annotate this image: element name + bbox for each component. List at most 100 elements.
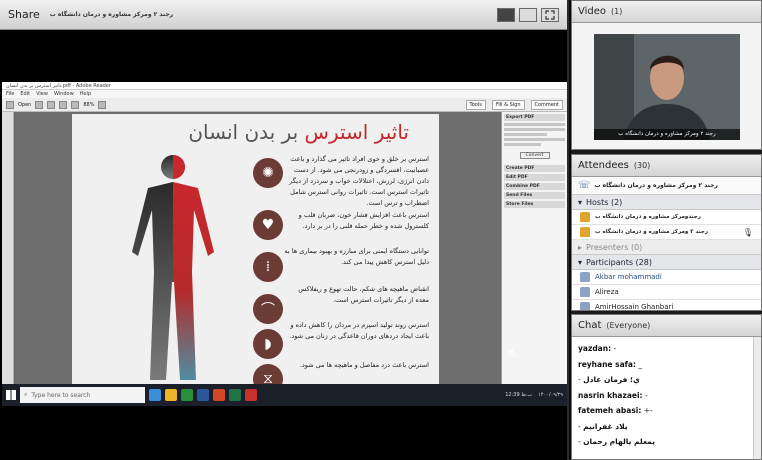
host-row[interactable]: رجند ۲ ومرکز مشاوره و درمان دانشگاه ب 🎙 — [572, 225, 761, 240]
send-files-section[interactable]: Send Files — [504, 192, 565, 199]
document-area: تاثیر استرس بر بدن انسان ✺ ♥ ⁞ ⌒ ◗ ⧖ است… — [2, 112, 567, 384]
word-icon[interactable] — [197, 389, 209, 401]
zoom-level[interactable]: 88% — [83, 102, 94, 108]
taskbar-search[interactable]: ⌕ Type here to search — [20, 387, 145, 403]
edge-icon[interactable] — [149, 389, 161, 401]
participants-group[interactable]: ▾ Participants (28) — [572, 255, 761, 270]
hosts-group[interactable]: ▾ Hosts (2) — [572, 195, 761, 210]
reader-menu: File Edit View Window Help — [2, 90, 567, 98]
chat-pod-header: Chat (Everyone) — [572, 315, 761, 337]
share-title: Share — [8, 8, 40, 21]
attendees-pod: Attendees (30) رجند ۲ ومرکز مشاوره و درم… — [571, 154, 762, 311]
attendees-pod-header: Attendees (30) — [572, 155, 761, 177]
participant-row[interactable]: AmirHossain Ghanbari — [572, 300, 761, 310]
video-pod-header: Video (1) — [572, 1, 761, 23]
share-pod: Share رجند ۲ ومرکز مشاوره و درمان دانشگا… — [0, 0, 569, 460]
file-explorer-icon[interactable] — [165, 389, 177, 401]
presenters-group[interactable]: ▸ Presenters (0) — [572, 240, 761, 255]
menu-view[interactable]: View — [36, 90, 48, 98]
toggle-view-icon[interactable] — [497, 7, 515, 22]
menu-edit[interactable]: Edit — [20, 90, 30, 98]
fill-sign-button[interactable]: Fill & Sign — [491, 99, 525, 110]
host-icon — [580, 227, 590, 237]
chat-message: fatemeh abasi: +- — [578, 406, 653, 415]
presenter-silhouette — [594, 34, 740, 140]
participant-name: Akbar mohammadi — [595, 273, 662, 281]
host-row[interactable]: رجندومرکز مشاوره و درمان دانشگاه ب — [572, 210, 761, 225]
export-pdf-section[interactable]: Export PDF — [504, 114, 565, 121]
stress-paragraph-3: توانایی دستگاه ایمنی برای مبارزه و بهبود… — [284, 247, 429, 266]
mail-icon[interactable] — [59, 100, 68, 109]
pdf-page: تاثیر استرس بر بدن انسان ✺ ♥ ⁞ ⌒ ◗ ⧖ است… — [72, 114, 439, 384]
windows-taskbar: ⌕ Type here to search 12:39 ب.ظ ۱۴۰۰/۰۹/… — [2, 384, 567, 406]
attendees-title: Attendees — [578, 160, 629, 171]
chat-scrollbar[interactable] — [753, 337, 761, 459]
participant-row[interactable]: Akbar mohammadi — [572, 270, 761, 285]
kidney-icon: ◗ — [253, 329, 283, 359]
microphone-icon: 🎙 — [742, 227, 753, 237]
attendees-count: (30) — [633, 161, 651, 170]
participants-label: Participants (28) — [586, 257, 652, 267]
menu-file[interactable]: File — [6, 90, 14, 98]
current-user-name: رجند ۲ ومرکز مشاوره و درمان دانشگاه ب — [594, 182, 718, 189]
joint-icon: ⧖ — [253, 364, 283, 384]
stress-paragraph-4: انقباض ماهیچه های شکم، حالت تهوع و ریفلا… — [298, 285, 429, 304]
combine-pdf-section[interactable]: Combine PDF — [504, 183, 565, 190]
chat-message: يمعلم يالهام رحمان - — [578, 437, 656, 446]
brain-icon: ✺ — [253, 158, 283, 188]
acrobat-icon[interactable] — [245, 389, 257, 401]
chrome-icon[interactable] — [181, 389, 193, 401]
excel-icon[interactable] — [229, 389, 241, 401]
stress-paragraph-6: استرس باعث درد مفاصل و ماهیچه ها می شود. — [299, 361, 429, 369]
video-caption: رجند ۲ ومرکز مشاوره و درمان دانشگاه ب — [594, 129, 740, 140]
convert-button[interactable]: Convert — [519, 152, 550, 159]
chat-message: yazdan: - — [578, 344, 617, 353]
reader-tools-panel: Export PDF Convert Create PDF Edit PDF C… — [501, 112, 567, 384]
webcam-video: رجند ۲ ومرکز مشاوره و درمان دانشگاه ب — [594, 34, 740, 140]
print-icon[interactable] — [47, 100, 56, 109]
comment-button[interactable]: Comment — [530, 99, 563, 110]
video-title: Video — [578, 6, 607, 17]
host-icon — [580, 212, 590, 222]
fullscreen-icon[interactable] — [541, 7, 559, 22]
stress-paragraph-2: استرس باعث افزایش فشار خون، ضربان قلب و … — [298, 211, 429, 230]
tools-button[interactable]: Tools — [465, 99, 486, 110]
chat-scope[interactable]: (Everyone) — [606, 321, 650, 330]
navigation-strip — [2, 112, 14, 384]
mouse-cursor-icon: ⇖ — [507, 346, 519, 362]
menu-help[interactable]: Help — [80, 90, 91, 98]
chevron-down-icon: ▾ — [578, 257, 583, 267]
clock-time[interactable]: 12:39 ب.ظ — [505, 392, 532, 398]
presenters-label: Presenters (0) — [586, 242, 643, 252]
layout-icon[interactable] — [519, 7, 537, 22]
zoom-in-icon[interactable] — [98, 100, 107, 109]
participant-icon — [580, 302, 590, 310]
clock-date[interactable]: ۱۴۰۰/۰۹/۲۹ — [538, 392, 563, 398]
menu-window[interactable]: Window — [54, 90, 74, 98]
system-tray: 12:39 ب.ظ ۱۴۰۰/۰۹/۲۹ — [505, 392, 563, 398]
video-count: (1) — [611, 7, 623, 16]
stomach-icon: ⌒ — [253, 294, 283, 324]
powerpoint-icon[interactable] — [213, 389, 225, 401]
right-column: Video (1) رجند ۲ ومرکز مشاوره و درمان دا… — [571, 0, 762, 460]
zoom-out-icon[interactable] — [71, 100, 80, 109]
spine-icon: ⁞ — [253, 252, 283, 282]
phone-icon[interactable]: ☏ — [578, 180, 591, 191]
shared-screen: تاثیر استرس بر بدن انسان.pdf - Adobe Rea… — [2, 82, 567, 406]
save-icon[interactable] — [35, 100, 44, 109]
chat-message: يلاد غفرانيم - — [578, 421, 628, 431]
stress-paragraph-5: استرس روند تولید اسپرم در مردان را کاهش … — [289, 321, 429, 340]
reader-window-title: تاثیر استرس بر بدن انسان.pdf - Adobe Rea… — [2, 82, 567, 90]
edit-pdf-section[interactable]: Edit PDF — [504, 174, 565, 181]
video-pod: Video (1) رجند ۲ ومرکز مشاوره و درمان دا… — [571, 0, 762, 150]
taskbar-search-placeholder: Type here to search — [31, 391, 91, 399]
open-button[interactable]: Open — [18, 102, 31, 108]
windows-start-icon[interactable] — [6, 390, 16, 400]
heart-icon: ♥ — [253, 210, 283, 240]
current-user-row[interactable]: رجند ۲ ومرکز مشاوره و درمان دانشگاه ب ☏ — [572, 177, 761, 195]
folder-icon[interactable] — [6, 100, 14, 109]
store-files-section[interactable]: Store Files — [504, 201, 565, 208]
participant-row[interactable]: Alireza — [572, 285, 761, 300]
participant-icon — [580, 272, 590, 282]
create-pdf-section[interactable]: Create PDF — [504, 165, 565, 172]
